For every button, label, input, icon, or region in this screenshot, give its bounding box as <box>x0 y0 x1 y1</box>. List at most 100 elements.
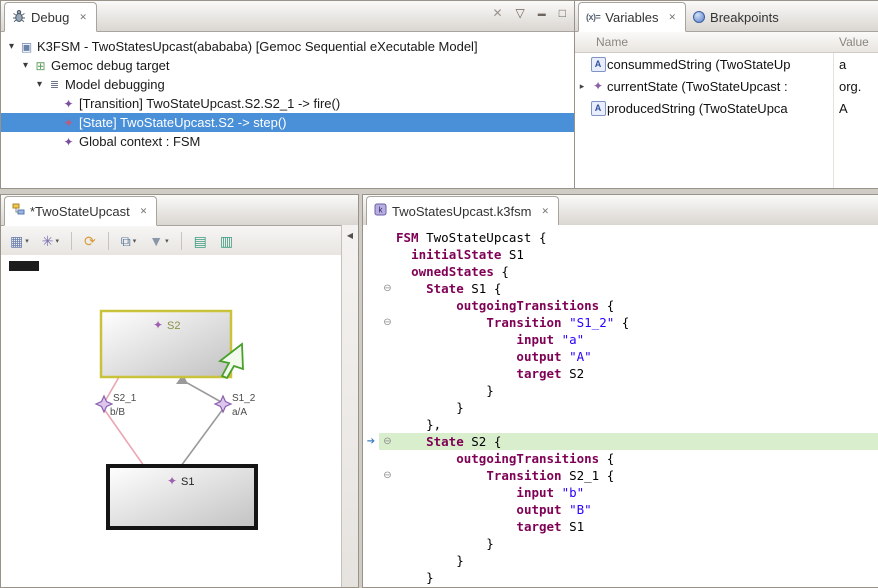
debug-tree-item[interactable]: ▾▣K3FSM - TwoStatesUpcast(abababa) [Gemo… <box>1 37 574 56</box>
tab-breakpoints[interactable]: Breakpoints <box>686 3 786 31</box>
variable-row[interactable]: AproducedString (TwoStateUpcaA <box>575 97 878 119</box>
code-text: output "B" <box>396 501 592 518</box>
annotation-margin <box>363 569 379 586</box>
transition-node-s1-2[interactable] <box>215 396 231 412</box>
instruction-pointer-icon: ➔ <box>363 433 379 450</box>
code-text: FSM TwoStateUpcast { <box>396 229 547 246</box>
tree-expander-icon[interactable]: ▾ <box>5 41 18 52</box>
tab-variables[interactable]: (x)= Variables ✕ <box>578 2 686 32</box>
fold-margin <box>379 297 396 314</box>
chevron-down-icon[interactable]: ▾ <box>133 237 137 245</box>
code-text: input "a" <box>396 331 584 348</box>
tab-debug-close-icon[interactable]: ✕ <box>77 11 89 24</box>
tab-variables-close-icon[interactable]: ✕ <box>667 11 679 24</box>
tab-k3fsm-file[interactable]: k TwoStatesUpcast.k3fsm ✕ <box>366 196 559 226</box>
chevron-down-icon[interactable]: ▾ <box>165 237 169 245</box>
variable-row[interactable]: ▸✦currentState (TwoStateUpcast :org. <box>575 75 878 97</box>
tree-item-label: [State] TwoStateUpcast.S2 -> step() <box>79 115 287 130</box>
annotation-margin <box>363 450 379 467</box>
code-line: } <box>363 382 878 399</box>
tree-expander-icon[interactable]: ▾ <box>33 79 46 90</box>
debug-tree-item[interactable]: ✦Global context : FSM <box>1 132 574 151</box>
refresh-button[interactable]: ⟳ <box>81 232 99 250</box>
fold-margin <box>379 535 396 552</box>
state-s1-label: S1 <box>181 476 194 488</box>
tab-diagram-close-icon[interactable]: ✕ <box>138 205 150 218</box>
remove-all-terminated-icon[interactable]: ✕ <box>492 6 502 20</box>
export-image-button[interactable]: ▤ <box>191 232 210 250</box>
code-line: ⊖ Transition S2_1 { <box>363 467 878 484</box>
tab-debug[interactable]: Debug ✕ <box>4 2 97 32</box>
code-text: target S1 <box>396 518 584 535</box>
annotation-margin <box>363 365 379 382</box>
fold-collapse-icon[interactable]: ⊖ <box>379 467 396 484</box>
copy-button[interactable]: ⧉▾ <box>118 232 140 250</box>
filter-button[interactable]: ▼▾ <box>146 232 171 250</box>
diagram-editor: *TwoStateUpcast ✕ ▦▾✳▾⟳⧉▾▼▾▤▥ ✦ S2 ✦ <box>0 194 359 588</box>
palette-collapse-strip[interactable]: ◀ <box>341 225 358 587</box>
tab-k3fsm-close-icon[interactable]: ✕ <box>539 205 551 218</box>
fold-margin <box>379 552 396 569</box>
code-area[interactable]: FSM TwoStateUpcast { initialState S1 own… <box>363 225 878 587</box>
debug-bug-icon <box>12 9 26 26</box>
print-button[interactable]: ▥ <box>217 232 236 250</box>
sparkle-red-icon: ✦ <box>60 116 77 130</box>
fold-margin <box>379 263 396 280</box>
view-menu-icon[interactable]: ▽ <box>516 6 525 20</box>
layers-button[interactable]: ▦▾ <box>7 232 32 250</box>
annotation-margin <box>363 518 379 535</box>
variable-name: currentState (TwoStateUpcast : <box>607 79 829 94</box>
column-value[interactable]: Value <box>839 35 869 49</box>
code-line: } <box>363 399 878 416</box>
transition-edge-s1-s2[interactable] <box>181 380 223 466</box>
variable-row[interactable]: AconsummedString (TwoStateUpa <box>575 53 878 75</box>
annotation-margin <box>363 552 379 569</box>
maximize-icon[interactable]: □ <box>559 6 566 20</box>
model-icon: ▣ <box>18 40 35 54</box>
debug-tree-item[interactable]: ✦[Transition] TwoStateUpcast.S2.S2_1 -> … <box>1 94 574 113</box>
code-text: } <box>396 399 464 416</box>
code-line: } <box>363 535 878 552</box>
fold-margin <box>379 569 396 586</box>
debug-tree-item[interactable]: ▾⊞Gemoc debug target <box>1 56 574 75</box>
transition-edge-s2-s1[interactable] <box>104 377 144 466</box>
toolbar-separator <box>181 232 182 250</box>
overview-handle <box>9 261 39 271</box>
code-line: output "B" <box>363 501 878 518</box>
annotation-margin <box>363 331 379 348</box>
arrange-button[interactable]: ✳▾ <box>39 232 62 250</box>
fold-margin <box>379 365 396 382</box>
code-text: State S1 { <box>396 280 501 297</box>
diagram-toolbar: ▦▾✳▾⟳⧉▾▼▾▤▥ <box>1 226 358 257</box>
fold-collapse-icon[interactable]: ⊖ <box>379 280 396 297</box>
code-line: FSM TwoStateUpcast { <box>363 229 878 246</box>
fold-collapse-icon[interactable]: ⊖ <box>379 433 396 450</box>
debug-tabbar: Debug ✕ ✕ ▽ ▬ □ <box>1 1 574 32</box>
variable-value: org. <box>839 79 861 94</box>
refresh-button-icon: ⟳ <box>84 234 96 248</box>
tab-diagram[interactable]: *TwoStateUpcast ✕ <box>4 196 157 226</box>
tree-expander-icon[interactable]: ▾ <box>19 60 32 71</box>
annotation-margin <box>363 467 379 484</box>
filter-button-icon: ▼ <box>149 234 163 248</box>
tree-item-label: [Transition] TwoStateUpcast.S2.S2_1 -> f… <box>79 96 340 111</box>
state-node-s2[interactable] <box>101 311 231 377</box>
code-line: ⊖ Transition "S1_2" { <box>363 314 878 331</box>
debug-tree-item[interactable]: ✦[State] TwoStateUpcast.S2 -> step() <box>1 113 574 132</box>
code-text: input "b" <box>396 484 584 501</box>
export-image-button-icon: ▤ <box>194 234 207 248</box>
minimize-icon[interactable]: ▬ <box>538 9 546 18</box>
collapse-palette-icon[interactable]: ◀ <box>342 231 358 240</box>
diagram-canvas[interactable]: ✦ S2 ✦ S1 S2_1 b/B S1_2 a/A <box>1 255 342 587</box>
sparkle-icon: ✦ <box>167 474 177 488</box>
debug-tree-item[interactable]: ▾≣Model debugging <box>1 75 574 94</box>
annotation-margin <box>363 297 379 314</box>
chevron-down-icon[interactable]: ▾ <box>55 237 59 245</box>
annotation-margin <box>363 348 379 365</box>
row-expander-icon[interactable]: ▸ <box>575 81 589 92</box>
chevron-down-icon[interactable]: ▾ <box>25 237 29 245</box>
column-name[interactable]: Name <box>575 35 628 49</box>
transition-s2-1-io: b/B <box>110 407 125 418</box>
breakpoint-icon <box>693 11 705 23</box>
fold-collapse-icon[interactable]: ⊖ <box>379 314 396 331</box>
